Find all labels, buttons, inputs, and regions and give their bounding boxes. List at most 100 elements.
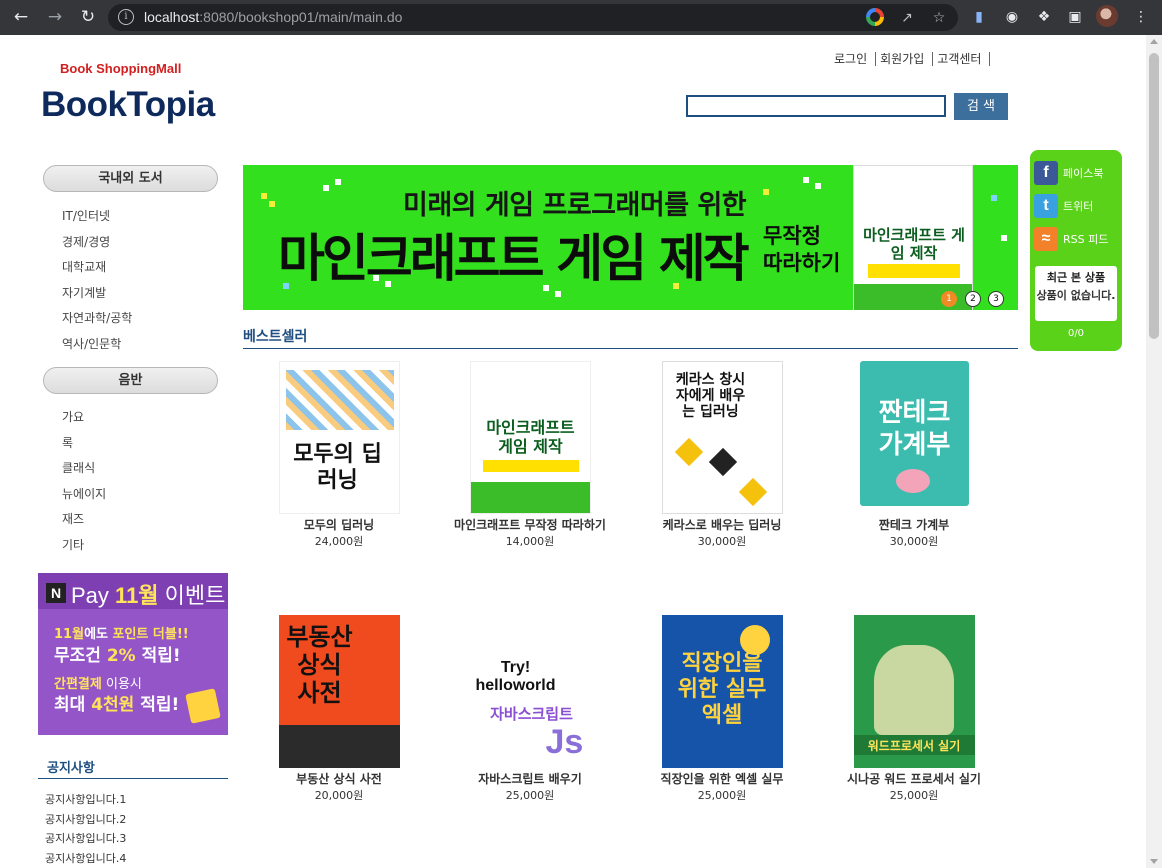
book-cover[interactable]: 케라스 창시자에게 배우는 딥러닝 bbox=[661, 361, 783, 514]
book-item[interactable]: 마인크래프트 게임 제작 마인크래프트 무작정 따라하기 14,000원 bbox=[432, 361, 628, 549]
book-cover[interactable]: Try! helloworld 자바스크립트 Js bbox=[469, 615, 591, 768]
book-item[interactable]: 모두의 딥러닝 모두의 딥러닝 24,000원 bbox=[241, 361, 437, 549]
book-item[interactable]: 케라스 창시자에게 배우는 딥러닝 케라스로 배우는 딥러닝 30,000원 bbox=[624, 361, 820, 549]
cover-hexagon bbox=[738, 477, 767, 507]
bestseller-title: 베스트셀러 bbox=[243, 329, 308, 345]
book-title[interactable]: 시나공 워드 프로세서 실기 bbox=[816, 770, 1012, 786]
book-cover[interactable]: 직장인을 위한 실무 엑셀 bbox=[661, 615, 783, 768]
url-text: localhost:8080/bookshop01/main/main.do bbox=[144, 9, 403, 25]
category-domestic-books[interactable]: 국내외 도서 bbox=[43, 165, 218, 192]
category-item[interactable]: 자기계발 bbox=[62, 284, 132, 310]
pixel-decoration bbox=[269, 201, 275, 207]
slide-dot-3[interactable]: 3 bbox=[988, 291, 1004, 307]
share-icon[interactable]: ↗ bbox=[898, 9, 916, 27]
pixel-decoration bbox=[323, 185, 329, 191]
book-title[interactable]: 부동산 상식 사전 bbox=[241, 770, 437, 786]
notice-item[interactable]: 공지사항입니다.3 bbox=[45, 830, 126, 850]
category-item[interactable]: 가요 bbox=[62, 408, 106, 434]
pixel-decoration bbox=[763, 189, 769, 195]
book-title[interactable]: 짠테크 가계부 bbox=[816, 516, 1012, 532]
book-cover[interactable]: 짠테크 가계부 bbox=[859, 361, 969, 506]
google-icon[interactable] bbox=[866, 8, 884, 26]
extension-doc-icon[interactable]: ▮ bbox=[970, 8, 988, 26]
reload-icon[interactable]: ↻ bbox=[77, 6, 99, 28]
book-title[interactable]: 직장인을 위한 엑셀 실무 bbox=[624, 770, 820, 786]
book-title[interactable]: 마인크래프트 무작정 따라하기 bbox=[432, 516, 628, 532]
puzzle-extensions-icon[interactable]: ❖ bbox=[1035, 8, 1053, 26]
side-panel-icon[interactable]: ▣ bbox=[1066, 8, 1084, 26]
book-cover[interactable]: 워드프로세서 실기 bbox=[853, 615, 975, 768]
book-title[interactable]: 케라스로 배우는 딥러닝 bbox=[624, 516, 820, 532]
book-item[interactable]: 짠테크 가계부 짠테크 가계부 30,000원 bbox=[816, 361, 1012, 549]
book-cover[interactable]: 부동산 상식 사전 bbox=[278, 615, 400, 768]
naver-logo-icon: N bbox=[46, 583, 66, 603]
login-link[interactable]: 로그인 bbox=[830, 52, 877, 66]
js-logo-icon: Js bbox=[545, 723, 584, 761]
book-price: 25,000원 bbox=[697, 789, 747, 802]
category-item[interactable]: 클래식 bbox=[62, 459, 106, 485]
bookmark-star-icon[interactable]: ☆ bbox=[930, 9, 948, 27]
page-scrollbar[interactable] bbox=[1146, 35, 1162, 868]
cover-title: 자바스크립트 bbox=[490, 705, 573, 723]
twitter-link[interactable]: t 트위터 bbox=[1034, 193, 1093, 219]
book-item[interactable]: 부동산 상식 사전 부동산 상식 사전 20,000원 bbox=[241, 615, 437, 803]
forward-arrow-icon[interactable]: → bbox=[44, 6, 66, 28]
search-button[interactable]: 검 색 bbox=[954, 93, 1008, 120]
camera-icon[interactable]: ◉ bbox=[1003, 8, 1021, 26]
book-price: 30,000원 bbox=[697, 535, 747, 548]
category-item[interactable]: 자연과학/공학 bbox=[62, 309, 132, 335]
signup-link[interactable]: 회원가입 bbox=[876, 52, 934, 66]
cover-stripe bbox=[482, 460, 579, 472]
book-title[interactable]: 모두의 딥러닝 bbox=[241, 516, 437, 532]
site-tagline: Book ShoppingMall bbox=[60, 61, 182, 76]
book-item[interactable]: 직장인을 위한 실무 엑셀 직장인을 위한 엑셀 실무 25,000원 bbox=[624, 615, 820, 803]
book-price: 25,000원 bbox=[505, 789, 555, 802]
notice-item[interactable]: 공지사항입니다.2 bbox=[45, 811, 126, 831]
profile-avatar[interactable] bbox=[1096, 5, 1118, 27]
naver-pay-event-ad[interactable]: N Pay 11월 이벤트 11월에도 포인트 더블!! 무조건 2% 적립! … bbox=[38, 573, 228, 735]
main-banner[interactable]: 미래의 게임 프로그래머를 위한 마인크래프트 게임 제작 무작정 따라하기 마인… bbox=[243, 165, 1018, 310]
cover-bottom-band bbox=[470, 482, 590, 513]
ad-line-4: 최대 4천원 적립! bbox=[54, 695, 180, 715]
category-item[interactable]: 대학교재 bbox=[62, 258, 132, 284]
cover-title: 부동산 상식 사전 bbox=[286, 623, 353, 707]
ad-headline: Pay 11월 이벤트 bbox=[71, 583, 226, 608]
site-info-icon[interactable]: i bbox=[118, 9, 134, 25]
search-input[interactable] bbox=[686, 95, 946, 117]
category-item[interactable]: 뉴에이지 bbox=[62, 485, 106, 511]
cover-hexagon bbox=[674, 437, 703, 467]
notice-divider bbox=[38, 778, 228, 779]
banner-book-cover: 마인크래프트 게임 제작 bbox=[853, 165, 973, 310]
notice-item[interactable]: 공지사항입니다.4 bbox=[45, 850, 126, 868]
recent-products-empty: 상품이 없습니다. bbox=[1036, 289, 1116, 302]
category-item[interactable]: 역사/인문학 bbox=[62, 335, 132, 361]
site-logo[interactable]: BookTopia bbox=[41, 85, 215, 125]
slide-dot-1[interactable]: 1 bbox=[941, 291, 957, 307]
rss-link[interactable]: ≈ RSS 피드 bbox=[1034, 226, 1108, 252]
book-cover[interactable]: 마인크래프트 게임 제작 bbox=[469, 361, 591, 514]
category-item[interactable]: 기타 bbox=[62, 536, 106, 562]
category-music[interactable]: 음반 bbox=[43, 367, 218, 394]
book-item[interactable]: 워드프로세서 실기 시나공 워드 프로세서 실기 25,000원 bbox=[816, 615, 1012, 803]
slide-dot-2[interactable]: 2 bbox=[965, 291, 981, 307]
category-item[interactable]: 경제/경영 bbox=[62, 233, 132, 259]
category-item[interactable]: 록 bbox=[62, 434, 106, 460]
category-item[interactable]: 재즈 bbox=[62, 510, 106, 536]
address-bar[interactable]: i localhost:8080/bookshop01/main/main.do… bbox=[108, 4, 958, 31]
scroll-up-arrow-icon[interactable] bbox=[1150, 39, 1158, 44]
scroll-down-arrow-icon[interactable] bbox=[1150, 859, 1158, 864]
pixel-decoration bbox=[803, 177, 809, 183]
notice-item[interactable]: 공지사항입니다.1 bbox=[45, 791, 126, 811]
back-arrow-icon[interactable]: ← bbox=[10, 6, 32, 28]
book-item[interactable]: Try! helloworld 자바스크립트 Js 자바스크립트 배우기 25,0… bbox=[432, 615, 628, 803]
cover-title: 모두의 딥러닝 bbox=[293, 442, 382, 493]
customer-center-link[interactable]: 고객센터 bbox=[933, 52, 991, 66]
category-list-music: 가요 록 클래식 뉴에이지 재즈 기타 bbox=[62, 408, 106, 562]
facebook-link[interactable]: f 페이스북 bbox=[1034, 160, 1103, 186]
menu-kebab-icon[interactable]: ⋮ bbox=[1132, 8, 1150, 26]
book-cover[interactable]: 모두의 딥러닝 bbox=[278, 361, 400, 514]
category-item[interactable]: IT/인터넷 bbox=[62, 207, 132, 233]
cover-stripe bbox=[868, 264, 960, 278]
scrollbar-thumb[interactable] bbox=[1149, 53, 1159, 339]
book-title[interactable]: 자바스크립트 배우기 bbox=[432, 770, 628, 786]
